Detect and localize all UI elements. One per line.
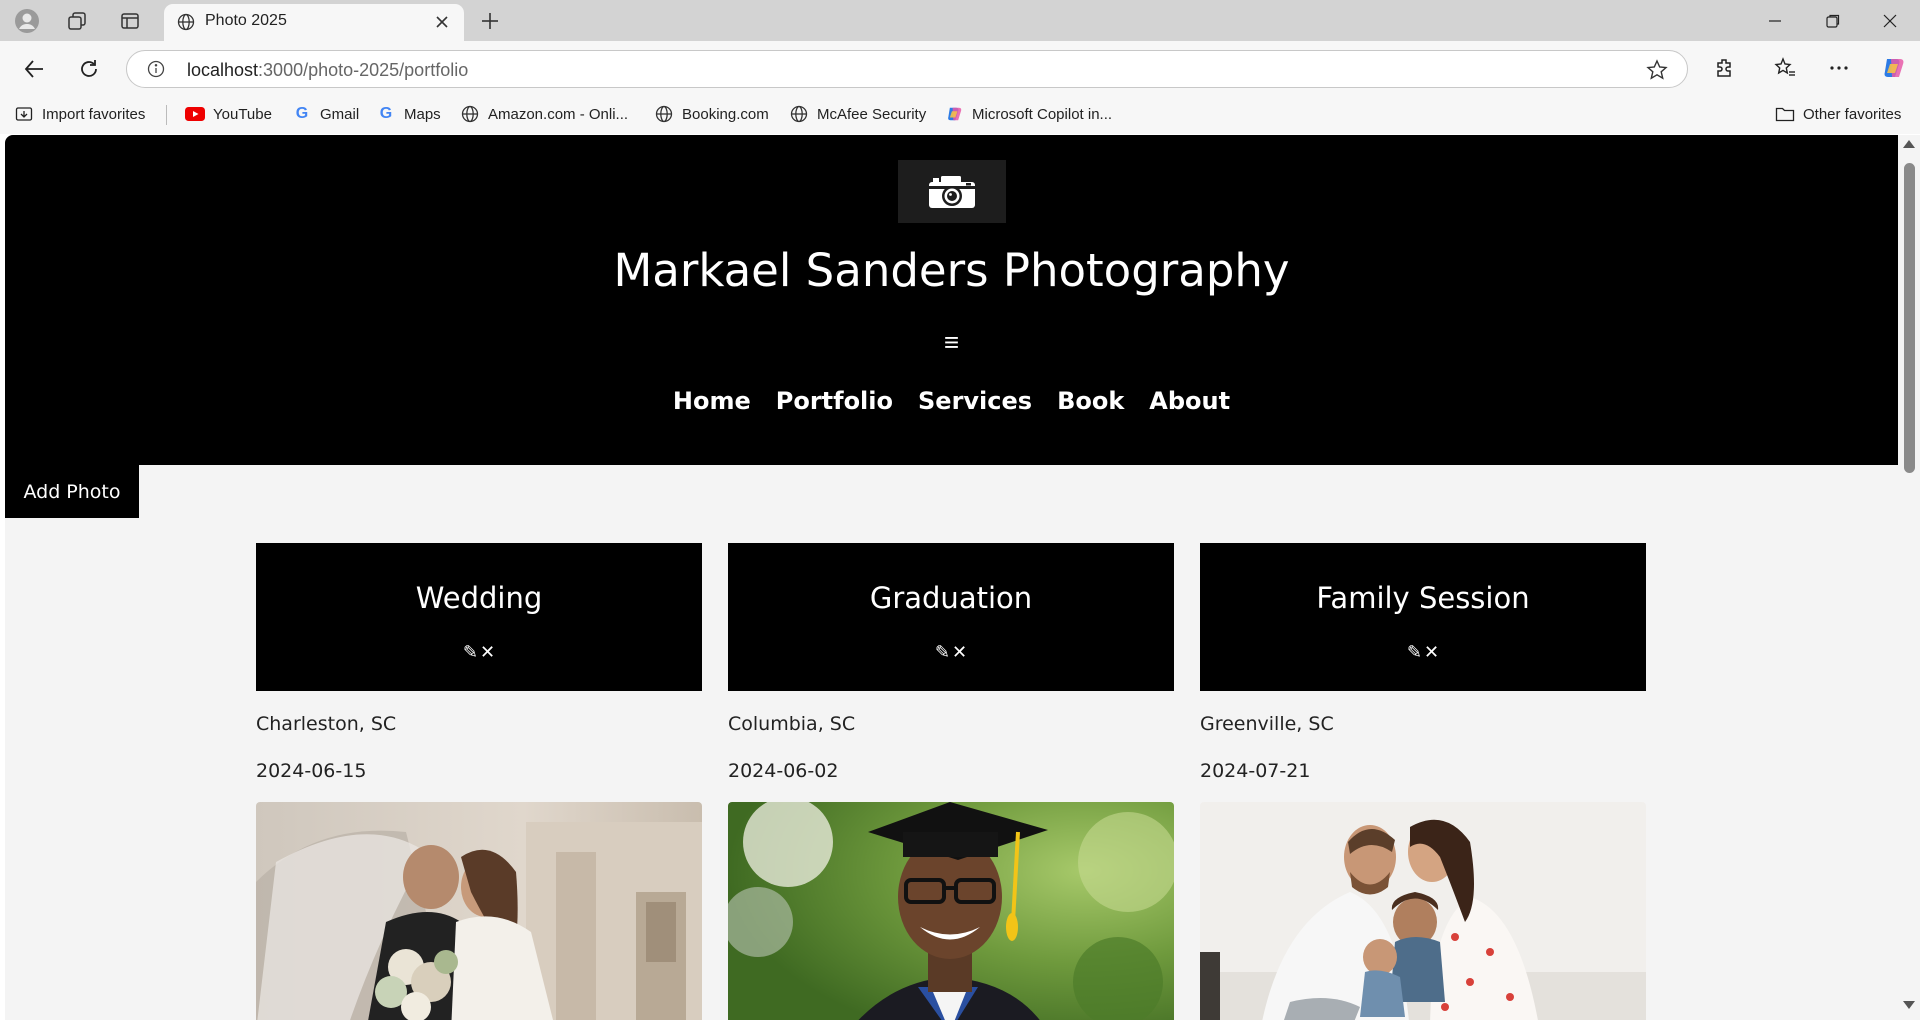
- edit-icon[interactable]: ✎: [935, 642, 950, 663]
- favorite-label: Gmail: [320, 105, 360, 123]
- favorite-label: Amazon.com - Onli...: [488, 105, 629, 123]
- globe-icon: [789, 104, 809, 124]
- profile-icon[interactable]: [14, 8, 40, 34]
- favorite-amazon[interactable]: Amazon.com - Onli...: [460, 102, 628, 126]
- camera-logo: [898, 160, 1006, 223]
- copilot-icon: [944, 104, 964, 124]
- favorite-star-icon[interactable]: [1645, 58, 1669, 82]
- favorite-label: Booking.com: [682, 105, 769, 123]
- favorite-import[interactable]: Import favorites: [14, 102, 145, 126]
- google-icon: G: [295, 105, 309, 122]
- favorite-label: McAfee Security: [817, 105, 927, 123]
- card-header: Wedding ✎ ✕: [256, 543, 702, 691]
- favorite-youtube[interactable]: YouTube: [185, 102, 272, 126]
- site-title: Markael Sanders Photography: [613, 244, 1290, 297]
- card-title: Graduation: [869, 581, 1033, 615]
- card-actions: ✎ ✕: [728, 642, 1174, 663]
- page-viewport: Markael Sanders Photography ≡ Home Portf…: [5, 135, 1898, 1020]
- edit-icon[interactable]: ✎: [1407, 642, 1422, 663]
- nav-book[interactable]: Book: [1057, 387, 1124, 415]
- copilot-icon[interactable]: [1878, 53, 1908, 83]
- youtube-icon: [185, 104, 205, 124]
- card-date: 2024-06-15: [256, 760, 367, 782]
- google-icon: G: [379, 105, 393, 122]
- other-favorites[interactable]: Other favorites: [1775, 102, 1901, 126]
- minimize-icon[interactable]: [1747, 0, 1803, 41]
- portfolio-card-graduation: Graduation ✎ ✕ Columbia, SC 2024-06-02: [728, 543, 1174, 1020]
- portfolio-card-family-session: Family Session ✎ ✕ Greenville, SC 2024-0…: [1200, 543, 1646, 1020]
- wedding-couple-photo[interactable]: [256, 802, 702, 1020]
- graduate-portrait-photo[interactable]: [728, 802, 1174, 1020]
- card-actions: ✎ ✕: [256, 642, 702, 663]
- url-path: :3000/photo-2025/portfolio: [258, 60, 469, 80]
- favorite-maps[interactable]: G Maps: [376, 102, 441, 126]
- close-window-icon[interactable]: [1862, 0, 1918, 41]
- delete-icon[interactable]: ✕: [952, 642, 967, 663]
- scroll-down-arrow-icon[interactable]: [1903, 1001, 1915, 1009]
- favorites-bar: Import favorites YouTube G Gmail G Maps …: [0, 94, 1920, 134]
- refresh-icon[interactable]: [74, 54, 104, 84]
- scroll-up-arrow-icon[interactable]: [1903, 140, 1915, 148]
- delete-icon[interactable]: ✕: [1424, 642, 1439, 663]
- favorite-label: Maps: [404, 105, 441, 123]
- vertical-tabs-icon[interactable]: [117, 8, 143, 34]
- url-host: localhost: [187, 60, 259, 80]
- new-tab-icon[interactable]: [476, 8, 504, 34]
- address-bar[interactable]: localhost:3000/photo-2025/portfolio: [126, 50, 1688, 88]
- favorite-gmail[interactable]: G Gmail: [292, 102, 359, 126]
- card-header: Graduation ✎ ✕: [728, 543, 1174, 691]
- browser-tab-active[interactable]: Photo 2025: [164, 4, 464, 41]
- globe-icon: [460, 104, 480, 124]
- menu-toggle-icon[interactable]: ≡: [5, 327, 1898, 357]
- favorite-label: YouTube: [213, 105, 272, 123]
- page-scrollbar[interactable]: [1898, 135, 1920, 1020]
- card-date: 2024-07-21: [1200, 760, 1311, 782]
- restore-icon[interactable]: [1805, 0, 1861, 41]
- back-icon[interactable]: [19, 54, 49, 84]
- card-header: Family Session ✎ ✕: [1200, 543, 1646, 691]
- nav-about[interactable]: About: [1149, 387, 1230, 415]
- folder-icon: [1775, 104, 1795, 124]
- favorite-booking[interactable]: Booking.com: [654, 102, 769, 126]
- favorite-mcafee[interactable]: McAfee Security: [789, 102, 926, 126]
- workspaces-icon[interactable]: [64, 8, 90, 34]
- portfolio-card-wedding: Wedding ✎ ✕ Charleston, SC 2024-06-15: [256, 543, 702, 1020]
- delete-icon[interactable]: ✕: [480, 642, 495, 663]
- browser-toolbar: localhost:3000/photo-2025/portfolio: [0, 41, 1920, 94]
- favorites-divider: [166, 105, 167, 125]
- site-info-icon[interactable]: [146, 59, 166, 79]
- globe-icon: [654, 104, 674, 124]
- add-photo-button[interactable]: Add Photo: [5, 465, 139, 518]
- browser-tab-bar: Photo 2025: [0, 0, 1920, 41]
- card-date: 2024-06-02: [728, 760, 839, 782]
- tab-title: Photo 2025: [205, 12, 287, 29]
- card-title: Family Session: [1316, 581, 1530, 615]
- scroll-thumb[interactable]: [1904, 163, 1915, 473]
- edit-icon[interactable]: ✎: [463, 642, 478, 663]
- more-icon[interactable]: [1824, 53, 1854, 83]
- card-location: Charleston, SC: [256, 713, 397, 735]
- nav-portfolio[interactable]: Portfolio: [776, 387, 893, 415]
- card-location: Greenville, SC: [1200, 713, 1334, 735]
- extensions-icon[interactable]: [1710, 53, 1740, 83]
- site-nav: Home Portfolio Services Book About: [5, 387, 1898, 415]
- url-text: localhost:3000/photo-2025/portfolio: [187, 60, 468, 81]
- favorite-label: Import favorites: [42, 105, 146, 123]
- favorite-copilot[interactable]: Microsoft Copilot in...: [944, 102, 1112, 126]
- globe-icon: [174, 10, 198, 34]
- card-title: Wedding: [415, 581, 543, 615]
- other-favorites-label: Other favorites: [1803, 105, 1902, 123]
- favorites-icon[interactable]: [1770, 53, 1800, 83]
- family-bed-photo[interactable]: [1200, 802, 1646, 1020]
- nav-services[interactable]: Services: [918, 387, 1032, 415]
- favorite-label: Microsoft Copilot in...: [972, 105, 1113, 123]
- card-location: Columbia, SC: [728, 713, 856, 735]
- nav-home[interactable]: Home: [673, 387, 751, 415]
- site-header: Markael Sanders Photography ≡ Home Portf…: [5, 135, 1898, 465]
- import-icon: [14, 104, 34, 124]
- camera-icon: [929, 175, 975, 208]
- close-tab-icon[interactable]: [430, 10, 454, 34]
- card-actions: ✎ ✕: [1200, 642, 1646, 663]
